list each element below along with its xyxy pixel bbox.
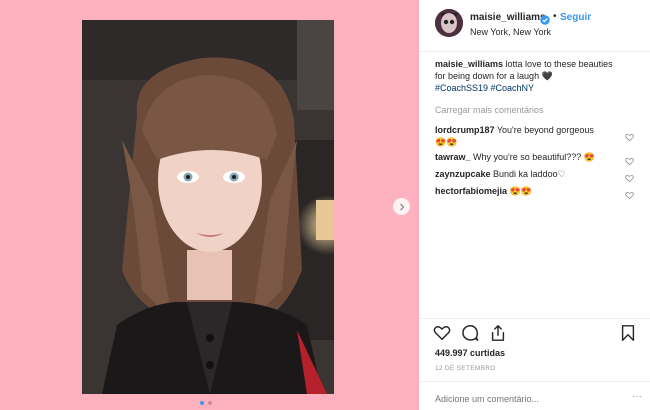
avatar-image [435, 9, 463, 37]
post-panel: maisie_williams • Seguir New York, New Y… [419, 0, 650, 410]
comment-text: Why you're so beautiful??? [470, 152, 582, 162]
post-username[interactable]: maisie_williams [470, 12, 546, 23]
caption: maisie_williams lotta love to these beau… [435, 58, 640, 94]
caption-text-1: lotta love to these beauties [503, 59, 613, 69]
next-photo-button[interactable] [393, 198, 410, 215]
bookmark-icon[interactable] [619, 324, 637, 347]
share-icon[interactable] [489, 324, 507, 347]
caption-text-2: for being down for a laugh 🖤 [435, 71, 553, 81]
add-comment-bar: ··· [419, 381, 650, 410]
comment-item: hectorfabiomejia 😍😍 [435, 186, 630, 197]
comment-like-icon[interactable] [625, 187, 634, 200]
follow-button[interactable]: Seguir [560, 12, 591, 23]
comment-item: tawraw_ Why you're so beautiful??? 😍 [435, 152, 630, 163]
caption-hashtags[interactable]: #CoachSS19 #CoachNY [435, 82, 640, 94]
comment-username[interactable]: lordcrump187 [435, 125, 495, 135]
comment-item: lordcrump187 You're beyond gorgeous [435, 125, 630, 135]
post-header: maisie_williams • Seguir New York, New Y… [419, 0, 650, 52]
comment-emoji-line: 😍😍 [435, 137, 458, 147]
add-comment-input[interactable] [435, 394, 605, 404]
avatar[interactable] [435, 9, 463, 37]
separator-dot: • [553, 11, 557, 22]
comment-username[interactable]: zaynzupcake [435, 169, 491, 179]
post-photo[interactable] [82, 20, 334, 394]
carousel-dot-active [200, 401, 204, 405]
post-location[interactable]: New York, New York [470, 27, 551, 37]
load-more-comments[interactable]: Carregar mais comentários [435, 105, 544, 115]
carousel-dot [208, 401, 212, 405]
comment-username[interactable]: tawraw_ [435, 152, 471, 162]
comment-like-icon[interactable] [625, 129, 634, 142]
comment-username[interactable]: hectorfabiomejia [435, 186, 507, 196]
caption-line-1: maisie_williams lotta love to these beau… [435, 58, 640, 70]
portrait-image [82, 20, 334, 394]
chevron-right-icon [399, 203, 404, 210]
comment-emoji: 😍😍 [509, 186, 532, 196]
caption-username[interactable]: maisie_williams [435, 59, 503, 69]
more-options-icon[interactable]: ··· [632, 391, 642, 402]
comment-emoji: 😍 [583, 152, 596, 162]
likes-count[interactable]: 449.997 curtidas [435, 348, 505, 358]
speech-bubble-icon[interactable] [461, 324, 479, 347]
comment-like-icon[interactable] [625, 153, 634, 166]
action-bar: 449.997 curtidas 12 DE SETEMBRO ··· [419, 318, 650, 410]
comment-like-icon[interactable] [625, 170, 634, 183]
comment-text: You're beyond gorgeous [494, 125, 594, 135]
carousel-indicator [200, 401, 212, 405]
comment-text: Bundi ka laddoo♡ [490, 169, 566, 179]
heart-outline-icon[interactable] [433, 324, 451, 347]
media-area [0, 0, 419, 410]
comment-item: zaynzupcake Bundi ka laddoo♡ [435, 169, 630, 180]
post-date[interactable]: 12 DE SETEMBRO [435, 365, 496, 372]
